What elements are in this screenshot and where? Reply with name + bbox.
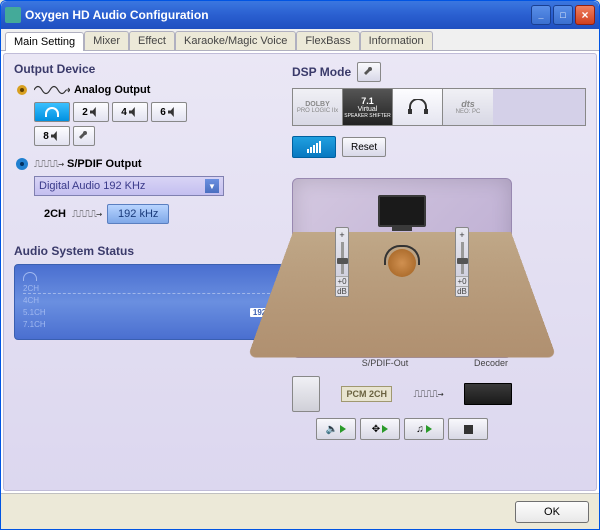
play-music-test-button[interactable]: ♫ (404, 418, 444, 440)
channel-2-button[interactable]: 2 (73, 102, 109, 122)
minimize-button[interactable]: _ (531, 5, 551, 25)
play-icon (426, 425, 432, 433)
spdif-format-select[interactable]: Digital Audio 192 KHz ▼ (34, 176, 224, 196)
listener-icon (388, 249, 416, 277)
channel-4-button[interactable]: 4 (112, 102, 148, 122)
pc-icon (292, 376, 320, 412)
app-icon (5, 7, 21, 23)
speaker-icon (90, 107, 100, 117)
left-channel-slider[interactable]: + +0 dB (335, 227, 349, 297)
spdif-out-label: S/PDIF-Out (362, 358, 409, 368)
dsp-mode-dts[interactable]: dts NEO: PC (443, 89, 493, 125)
monitor-icon (378, 195, 426, 227)
optical-icon (14, 156, 30, 172)
sine-wave-icon (34, 83, 70, 97)
tab-flexbass[interactable]: FlexBass (296, 31, 359, 50)
tab-effect[interactable]: Effect (129, 31, 175, 50)
app-window: Oxygen HD Audio Configuration _ □ × Main… (0, 0, 600, 530)
audio-system-status: Audio System Status 2CH 4CH 5.1CH 192K 7… (14, 244, 284, 340)
ok-button[interactable]: OK (515, 501, 589, 523)
headphone-icon (406, 99, 430, 115)
speaker-icon (14, 82, 30, 98)
dsp-mode-dolby[interactable]: DOLBY PRO LOGIC IIx (293, 89, 343, 125)
dsp-mode-virtual-speaker[interactable]: 7.1 Virtual SPEAKER SHIFTER (343, 89, 393, 125)
chevron-down-icon: ▼ (205, 179, 219, 193)
channel-8-button[interactable]: 8 (34, 126, 70, 146)
stop-button[interactable] (448, 418, 488, 440)
spdif-row: ⎍⎍⎍⎍→ S/PDIF Output (14, 156, 284, 172)
analog-output-label: Analog Output (74, 84, 150, 96)
close-button[interactable]: × (575, 5, 595, 25)
dsp-mode-headphone[interactable] (393, 89, 443, 125)
dsp-column: DSP Mode DOLBY PRO LOGIC IIx 7.1 Virtual… (292, 62, 586, 482)
play-icon (382, 425, 388, 433)
stop-icon (464, 425, 473, 434)
window-title: Oxygen HD Audio Configuration (25, 8, 209, 22)
play-speaker-test-button[interactable]: 🔈 (316, 418, 356, 440)
speaker-icon (51, 131, 61, 141)
analog-output-row: Analog Output (14, 82, 284, 98)
volume-bars-icon (307, 141, 321, 153)
tab-bar: Main Setting Mixer Effect Karaoke/Magic … (1, 29, 599, 51)
headphone-icon (23, 272, 37, 281)
spdif-output-label: S/PDIF Output (67, 158, 142, 170)
signal-path-labels: S/PDIF-Out Decoder (292, 358, 512, 370)
pcm-badge: PCM 2CH (341, 386, 392, 402)
right-channel-slider[interactable]: + +0 dB (455, 227, 469, 297)
output-device-heading: Output Device (14, 62, 284, 76)
channel-buttons-row2: 8 (34, 126, 284, 146)
channel-headphone-button[interactable] (34, 102, 70, 122)
spdif-info-row: 2CH ⎍⎍⎍⎍→ 192 kHz (44, 204, 284, 224)
square-wave-icon: ⎍⎍⎍⎍→ (34, 159, 63, 170)
audio-status-heading: Audio System Status (14, 244, 284, 258)
maximize-button[interactable]: □ (553, 5, 573, 25)
spdif-format-value: Digital Audio 192 KHz (39, 180, 145, 192)
status-row-2ch: 2CH (23, 284, 55, 293)
wrench-icon (363, 66, 375, 78)
master-volume-button[interactable] (292, 136, 336, 158)
status-row-71ch: 7.1CH (23, 320, 55, 329)
headphone-icon (45, 107, 59, 117)
status-panel: 2CH 4CH 5.1CH 192K 7.1CH (14, 264, 284, 340)
status-row-51ch: 5.1CH (23, 308, 55, 317)
dsp-settings-button[interactable] (357, 62, 381, 82)
window-controls: _ □ × (531, 5, 595, 25)
signal-path: PCM 2CH ⎍⎍⎍⎍→ (292, 376, 512, 412)
dsp-mode-heading: DSP Mode (292, 65, 351, 79)
spdif-rate-badge: 192 kHz (107, 204, 169, 224)
square-wave-icon: ⎍⎍⎍⎍→ (72, 209, 101, 220)
spdif-channel-label: 2CH (44, 208, 66, 220)
channel-6-button[interactable]: 6 (151, 102, 187, 122)
speaker-icon (168, 107, 178, 117)
dsp-mode-bar: DOLBY PRO LOGIC IIx 7.1 Virtual SPEAKER … (292, 88, 586, 126)
speaker-icon (129, 107, 139, 117)
playback-controls: 🔈 ✥ ♫ (292, 418, 512, 440)
status-row-4ch: 4CH (23, 296, 55, 305)
decoder-label: Decoder (474, 358, 508, 368)
footer: OK (1, 493, 599, 529)
play-surround-test-button[interactable]: ✥ (360, 418, 400, 440)
main-panel: Output Device Analog Output 2 4 6 8 (3, 53, 597, 491)
decoder-icon (464, 383, 512, 405)
square-wave-icon: ⎍⎍⎍⎍→ (413, 389, 442, 400)
tab-information[interactable]: Information (360, 31, 433, 50)
titlebar[interactable]: Oxygen HD Audio Configuration _ □ × (1, 1, 599, 29)
tab-mixer[interactable]: Mixer (84, 31, 129, 50)
output-column: Output Device Analog Output 2 4 6 8 (14, 62, 284, 482)
wrench-icon (78, 130, 90, 142)
tab-karaoke[interactable]: Karaoke/Magic Voice (175, 31, 296, 50)
play-icon (340, 425, 346, 433)
reset-button[interactable]: Reset (342, 137, 386, 157)
channel-buttons: 2 4 6 (34, 102, 284, 122)
analog-settings-button[interactable] (73, 126, 95, 146)
tab-main-setting[interactable]: Main Setting (5, 32, 84, 51)
speaker-room-visualizer[interactable]: + +0 dB + +0 dB (292, 178, 512, 358)
